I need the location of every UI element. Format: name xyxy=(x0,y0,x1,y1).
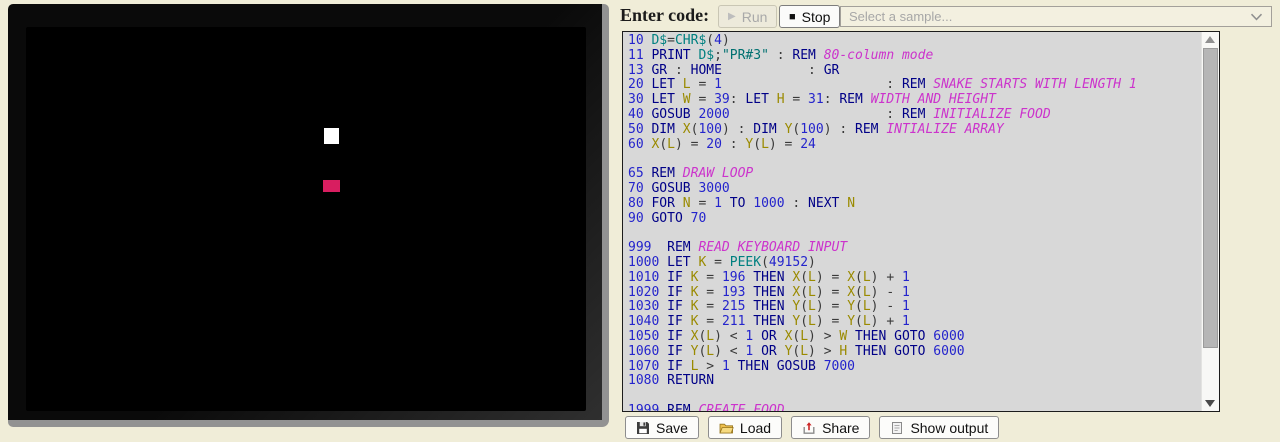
code-line: 60 X(L) = 20 : Y(L) = 24 xyxy=(628,138,1202,153)
show-output-button-label: Show output xyxy=(910,420,988,436)
play-icon: ▶ xyxy=(728,11,736,22)
scrollbar-thumb[interactable] xyxy=(1203,48,1218,348)
enter-code-label: Enter code: xyxy=(620,5,709,26)
code-line: 1050 IF X(L) < 1 OR X(L) > W THEN GOTO 6… xyxy=(628,330,1202,345)
code-line: 40 GOSUB 2000 : REM INITIALIZE FOOD xyxy=(628,108,1202,123)
stop-button-label: Stop xyxy=(802,9,831,25)
sample-select-placeholder: Select a sample... xyxy=(849,9,952,24)
code-line: 1070 IF L > 1 THEN GOSUB 7000 xyxy=(628,360,1202,375)
floppy-disk-icon xyxy=(636,421,650,435)
emulator-screen[interactable] xyxy=(26,27,586,411)
stop-square-icon: ■ xyxy=(789,11,796,23)
load-button-label: Load xyxy=(740,420,771,436)
code-line: 1000 LET K = PEEK(49152) xyxy=(628,256,1202,271)
save-button-label: Save xyxy=(656,420,688,436)
scrollbar-up-arrow-icon[interactable] xyxy=(1205,36,1215,43)
emulator-monitor-bezel xyxy=(8,4,609,427)
share-box-arrow-icon xyxy=(802,421,816,435)
stop-button[interactable]: ■ Stop xyxy=(779,5,840,28)
scrollbar-down-arrow-icon[interactable] xyxy=(1205,400,1215,407)
code-line xyxy=(628,389,1202,404)
jsbasic-page: Enter code: ▶ Run ■ Stop Select a sample… xyxy=(0,0,1280,442)
snake-pixel xyxy=(324,128,339,144)
code-line: 999 REM READ KEYBOARD INPUT xyxy=(628,241,1202,256)
code-line: 1999 REM CREATE FOOD xyxy=(628,404,1202,411)
document-icon xyxy=(890,421,904,435)
code-editor-content[interactable]: 10 D$=CHR$(4)11 PRINT D$;"PR#3" : REM 80… xyxy=(623,32,1202,411)
code-line: 80 FOR N = 1 TO 1000 : NEXT N xyxy=(628,197,1202,212)
code-line xyxy=(628,152,1202,167)
load-button[interactable]: Load xyxy=(708,416,782,439)
share-button[interactable]: Share xyxy=(791,416,870,439)
save-button[interactable]: Save xyxy=(625,416,699,439)
code-line xyxy=(628,226,1202,241)
code-line: 1020 IF K = 193 THEN X(L) = X(L) - 1 xyxy=(628,286,1202,301)
code-line: 70 GOSUB 3000 xyxy=(628,182,1202,197)
sample-select[interactable]: Select a sample... xyxy=(840,6,1272,27)
code-line: 50 DIM X(100) : DIM Y(100) : REM INTIALI… xyxy=(628,123,1202,138)
action-button-row: Save Load Share Show output xyxy=(625,416,999,439)
run-button[interactable]: ▶ Run xyxy=(718,5,777,28)
food-pixel xyxy=(323,180,340,192)
code-line: 10 D$=CHR$(4) xyxy=(628,34,1202,49)
chevron-down-icon xyxy=(1250,13,1263,21)
code-line: 13 GR : HOME : GR xyxy=(628,64,1202,79)
code-line: 90 GOTO 70 xyxy=(628,212,1202,227)
open-folder-icon xyxy=(719,421,734,435)
code-line: 1080 RETURN xyxy=(628,374,1202,389)
share-button-label: Share xyxy=(822,420,859,436)
show-output-button[interactable]: Show output xyxy=(879,416,999,439)
code-line: 11 PRINT D$;"PR#3" : REM 80-column mode xyxy=(628,49,1202,64)
code-line: 1040 IF K = 211 THEN Y(L) = Y(L) + 1 xyxy=(628,315,1202,330)
code-line: 30 LET W = 39: LET H = 31: REM WIDTH AND… xyxy=(628,93,1202,108)
code-editor: 10 D$=CHR$(4)11 PRINT D$;"PR#3" : REM 80… xyxy=(622,31,1220,412)
editor-scrollbar[interactable] xyxy=(1201,32,1219,411)
run-button-label: Run xyxy=(742,9,768,25)
code-line: 20 LET L = 1 : REM SNAKE STARTS WITH LEN… xyxy=(628,78,1202,93)
code-line: 65 REM DRAW LOOP xyxy=(628,167,1202,182)
code-line: 1060 IF Y(L) < 1 OR Y(L) > H THEN GOTO 6… xyxy=(628,345,1202,360)
code-line: 1010 IF K = 196 THEN X(L) = X(L) + 1 xyxy=(628,271,1202,286)
code-line: 1030 IF K = 215 THEN Y(L) = Y(L) - 1 xyxy=(628,300,1202,315)
